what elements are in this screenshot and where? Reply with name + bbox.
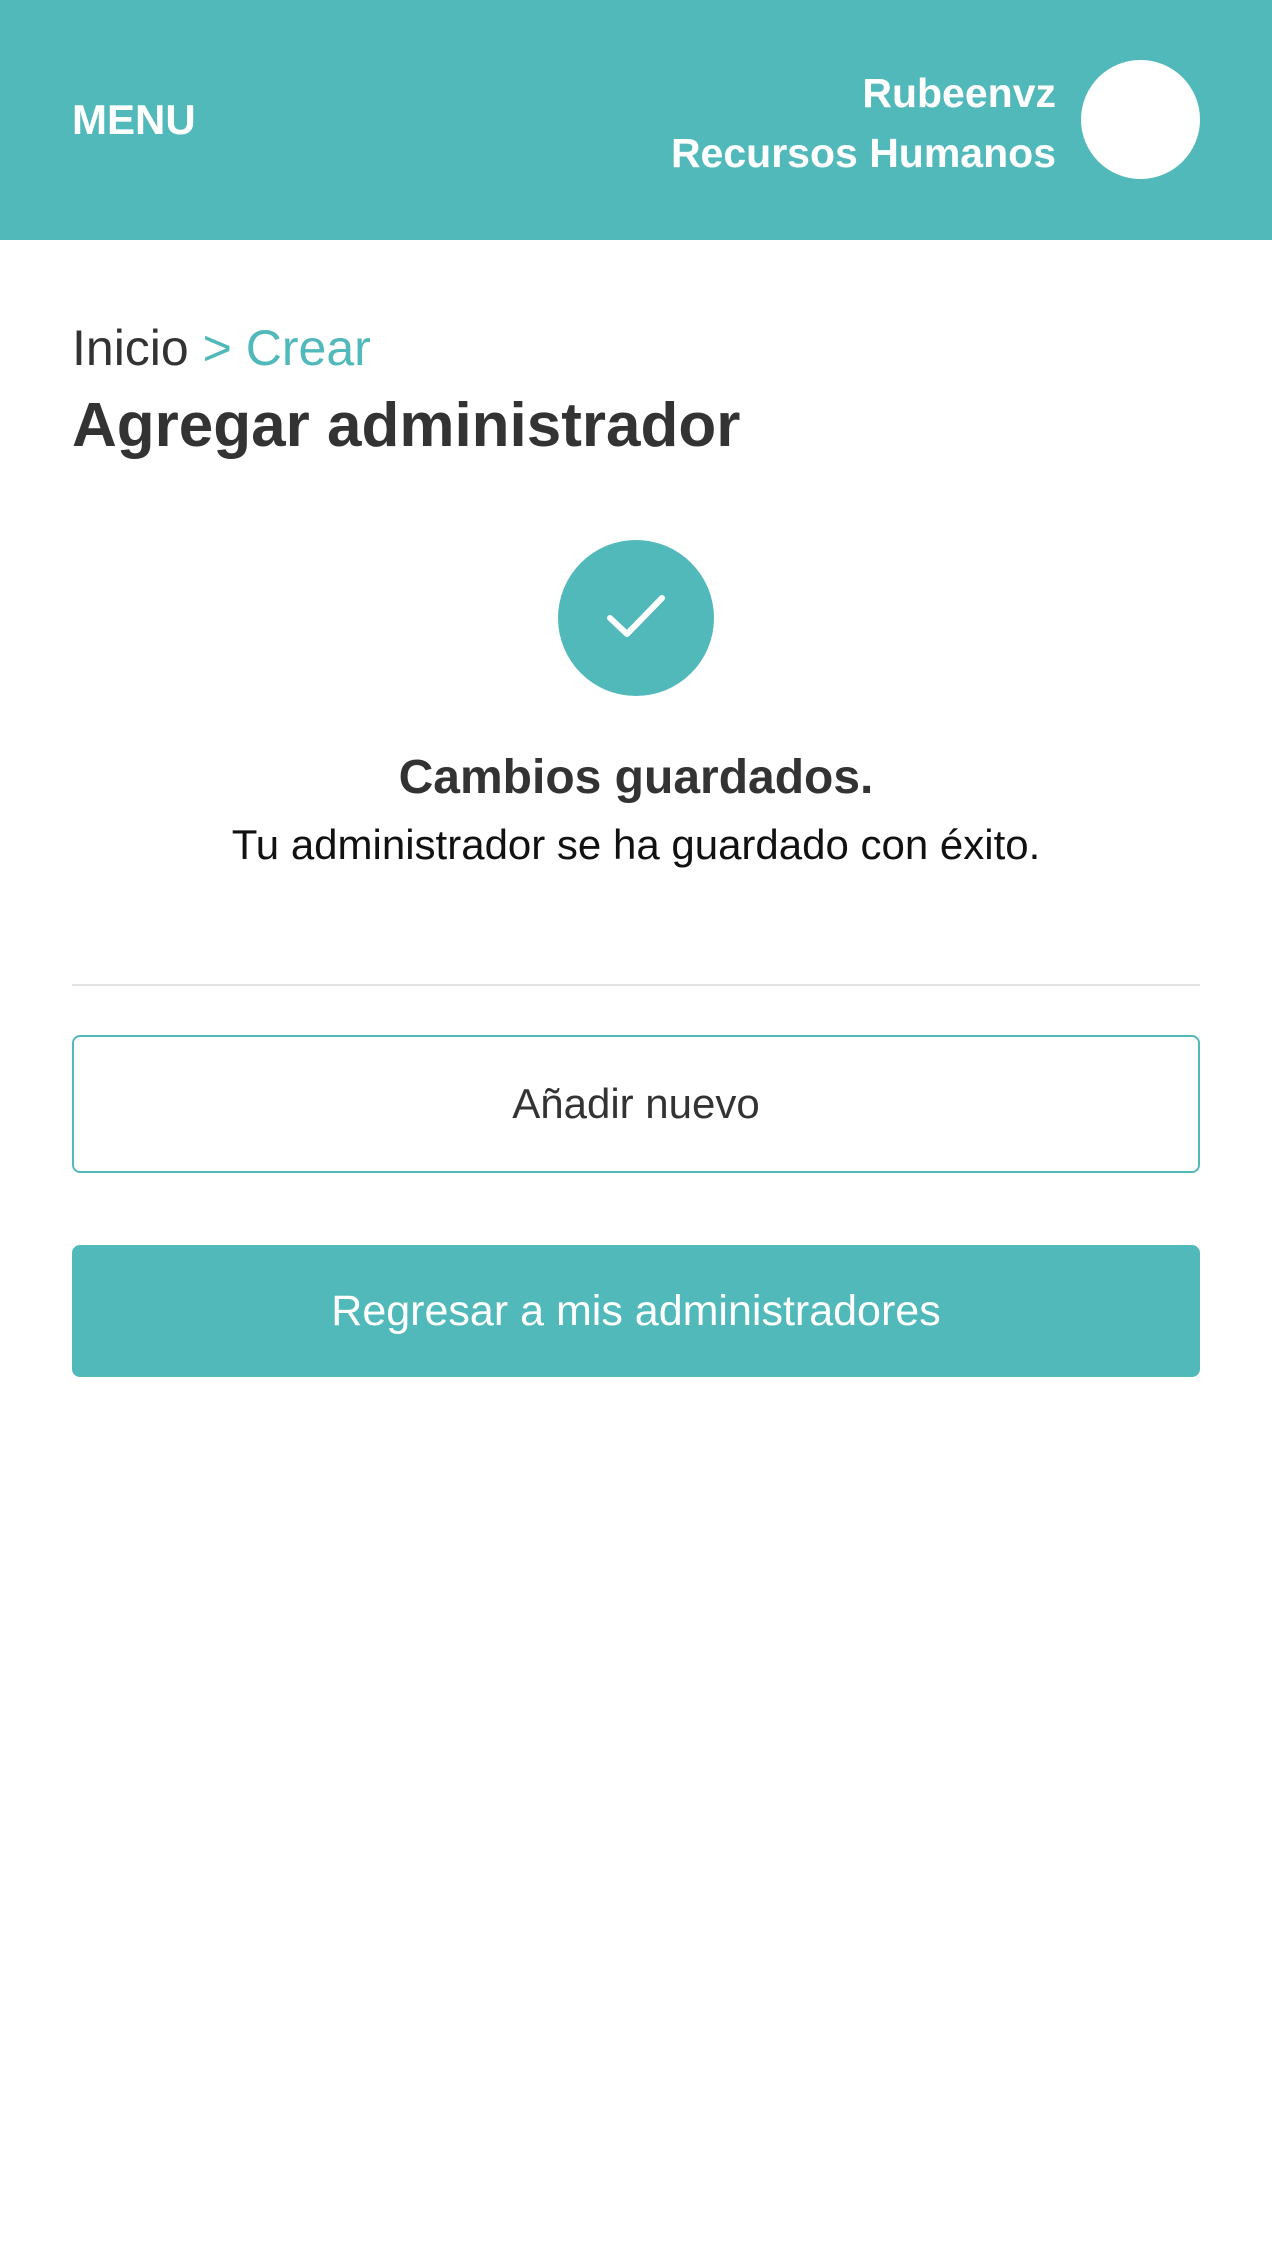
breadcrumb-current: Crear	[245, 320, 371, 376]
breadcrumb: Inicio > Crear	[72, 318, 371, 378]
page-title: Agregar administrador	[72, 391, 741, 460]
checkmark-icon	[607, 595, 665, 637]
success-message: Tu administrador se ha guardado con éxit…	[231, 821, 1041, 868]
top-header: MENU Rubeenvz Recursos Humanos	[0, 0, 1272, 240]
back-to-admins-button[interactable]: Regresar a mis administradores	[72, 1245, 1200, 1377]
avatar[interactable]	[1081, 60, 1200, 179]
add-new-button[interactable]: Añadir nuevo	[72, 1035, 1200, 1173]
divider	[72, 984, 1200, 986]
user-department: Recursos Humanos	[670, 130, 1056, 176]
success-title: Cambios guardados.	[398, 751, 874, 804]
breadcrumb-home-link[interactable]: Inicio	[72, 320, 189, 376]
user-info: Rubeenvz Recursos Humanos	[671, 63, 1056, 183]
success-checkmark-icon	[558, 540, 714, 696]
menu-button[interactable]: MENU	[72, 96, 196, 144]
breadcrumb-separator: >	[202, 320, 232, 376]
user-name: Rubeenvz	[862, 70, 1056, 116]
